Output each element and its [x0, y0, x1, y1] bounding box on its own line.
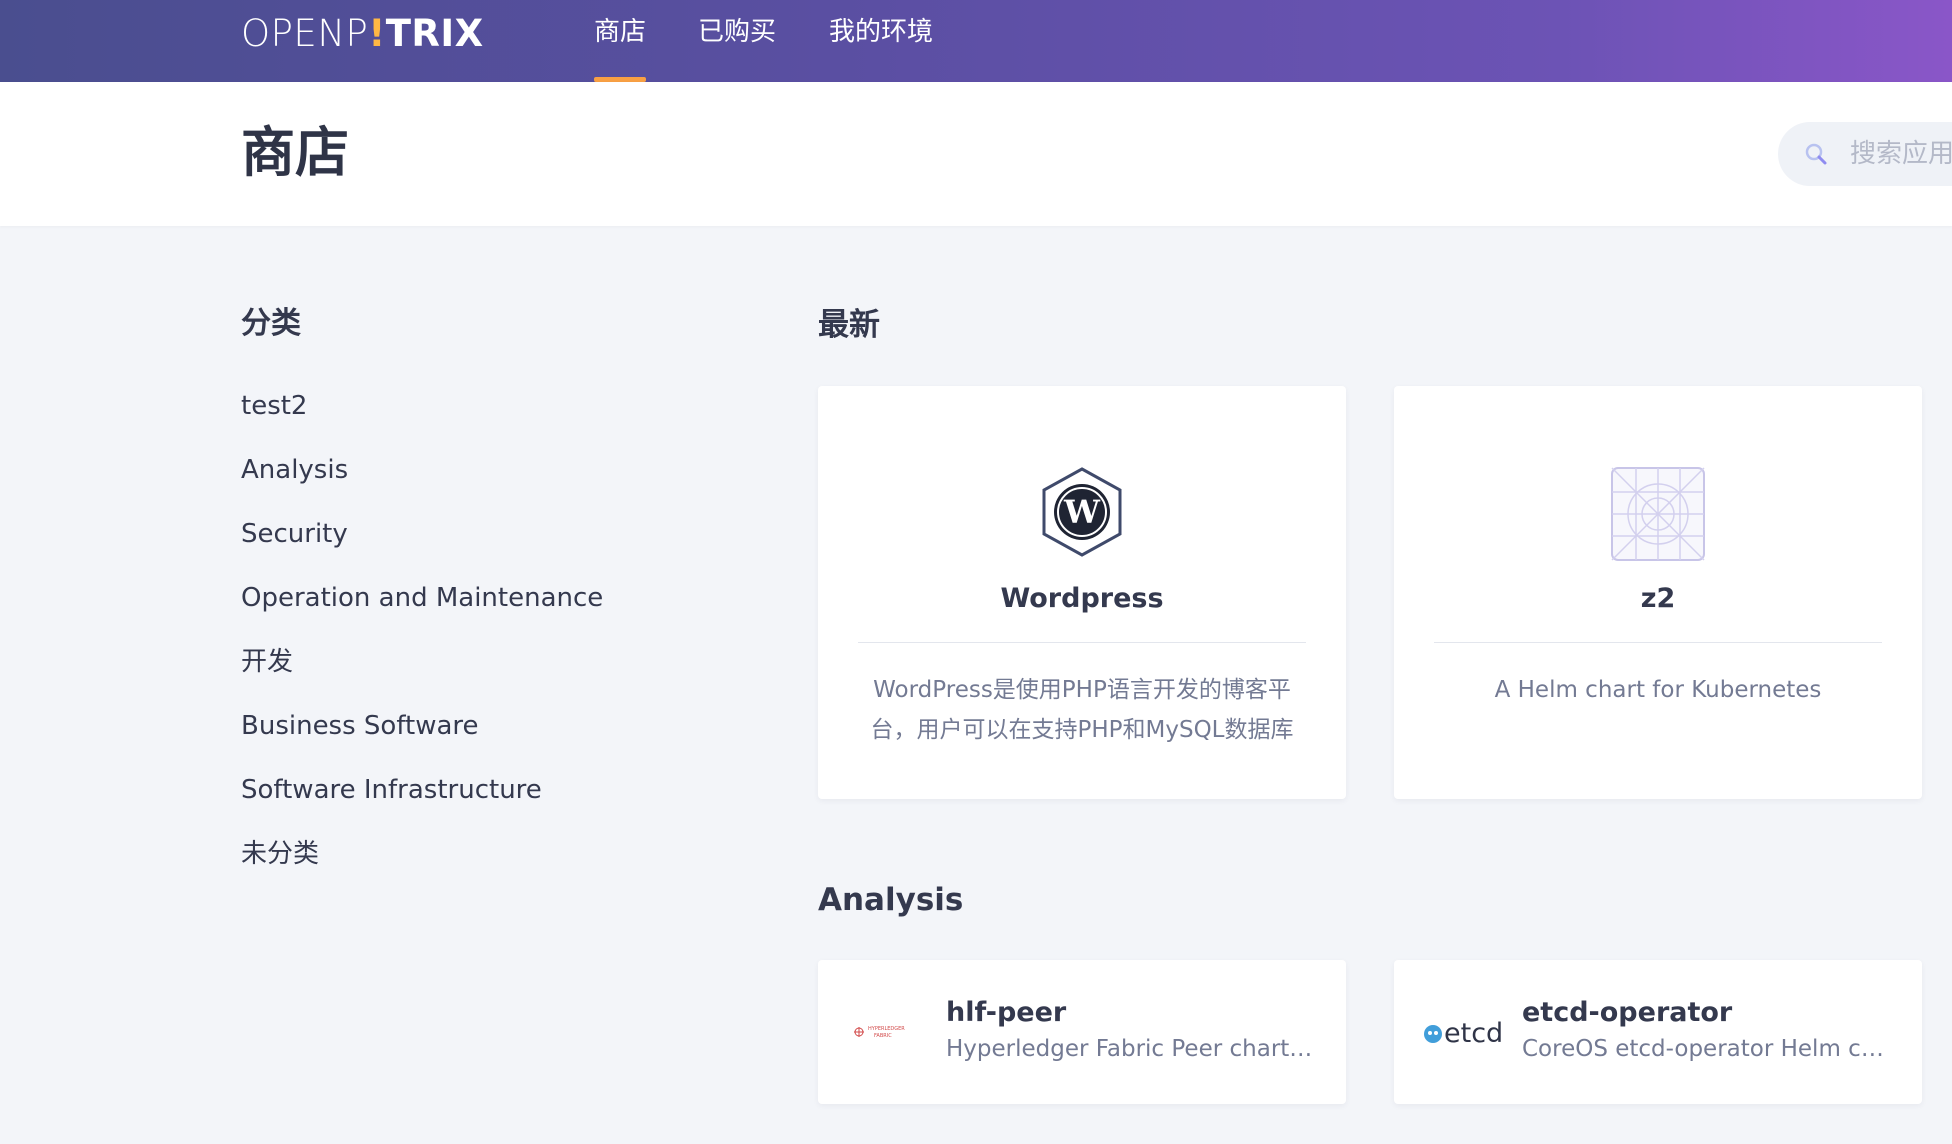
hyperledger-fabric-icon: HYPERLEDGER FABRIC — [848, 1004, 912, 1060]
category-item-test2[interactable]: test2 — [241, 386, 603, 450]
category-item-operation-and-maintenance[interactable]: Operation and Maintenance — [241, 578, 603, 642]
category-heading: 分类 — [241, 306, 301, 341]
svg-text:FABRIC: FABRIC — [874, 1033, 892, 1039]
page-header: 商店 — [0, 82, 1952, 226]
svg-text:HYPERLEDGER: HYPERLEDGER — [868, 1026, 905, 1032]
app-name: etcd-operator — [1522, 997, 1733, 1028]
search-box[interactable] — [1778, 122, 1952, 186]
nav-tab-my-environments[interactable]: 我的环境 — [829, 12, 933, 82]
svg-text:etcd: etcd — [1444, 1018, 1503, 1049]
app-placeholder-icon — [1611, 467, 1705, 561]
wordpress-icon: W — [1042, 467, 1122, 557]
app-name: hlf-peer — [946, 997, 1067, 1028]
search-input[interactable] — [1850, 134, 1952, 174]
category-item-software-infrastructure[interactable]: Software Infrastructure — [241, 770, 603, 834]
top-navigation-bar: OPENP!TRIX 商店 已购买 我的环境 — [0, 0, 1952, 82]
latest-section-title: 最新 — [818, 307, 880, 343]
app-card-hlf-peer[interactable]: HYPERLEDGER FABRIC hlf-peer Hyperledger … — [818, 960, 1346, 1104]
app-name: z2 — [1640, 583, 1676, 614]
category-list: test2 Analysis Security Operation and Ma… — [241, 386, 603, 898]
category-item-business-software[interactable]: Business Software — [241, 706, 603, 770]
category-item-security[interactable]: Security — [241, 514, 603, 578]
category-item-uncategorized[interactable]: 未分类 — [241, 834, 603, 898]
page-title: 商店 — [241, 121, 349, 184]
etcd-icon: etcd — [1422, 1004, 1506, 1060]
app-description: CoreOS etcd-operator Helm char... — [1522, 1036, 1894, 1062]
category-item-development[interactable]: 开发 — [241, 642, 603, 706]
app-card-z2[interactable]: z2 A Helm chart for Kubernetes — [1394, 386, 1922, 799]
app-description: Hyperledger Fabric Peer chart (t... — [946, 1036, 1318, 1062]
app-description: WordPress是使用PHP语言开发的博客平台，用户可以在支持PHP和MySQ… — [870, 677, 1294, 743]
svg-text:W: W — [1063, 493, 1101, 531]
app-card-etcd-operator[interactable]: etcd etcd-operator CoreOS etcd-operator … — [1394, 960, 1922, 1104]
analysis-section-title: Analysis — [818, 882, 964, 918]
openpitrix-logo[interactable]: OPENP!TRIX — [241, 14, 484, 54]
card-divider — [1434, 642, 1882, 643]
app-card-wordpress[interactable]: W Wordpress WordPress是使用PHP语言开发的博客平台，用户可… — [818, 386, 1346, 799]
app-description: A Helm chart for Kubernetes — [1494, 677, 1822, 703]
search-icon — [1805, 143, 1827, 165]
card-divider — [858, 642, 1306, 643]
nav-tab-store[interactable]: 商店 — [594, 12, 647, 82]
nav-tab-purchased[interactable]: 已购买 — [698, 12, 776, 82]
category-item-analysis[interactable]: Analysis — [241, 450, 603, 514]
app-name: Wordpress — [1000, 583, 1164, 614]
